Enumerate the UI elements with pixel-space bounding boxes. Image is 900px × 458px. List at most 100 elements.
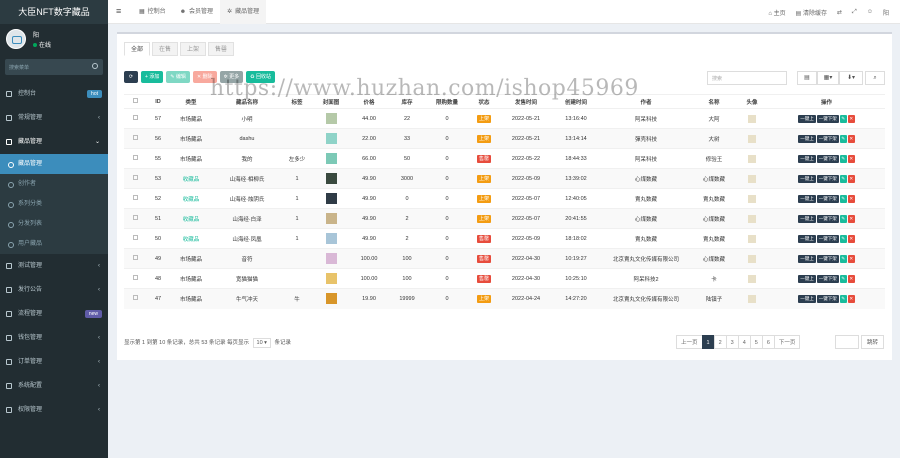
next-page-button[interactable]: 下一页: [773, 335, 801, 349]
tab-all[interactable]: 全部: [124, 42, 151, 56]
list-on-button[interactable]: 一键上: [798, 294, 816, 303]
list-on-button[interactable]: 一键上: [798, 194, 816, 203]
list-off-button[interactable]: 一键下架: [816, 294, 839, 303]
delete-row-icon[interactable]: ✕: [847, 134, 855, 143]
sidebar-item-announcement[interactable]: 发行公告 ‹: [0, 278, 108, 302]
cover-thumbnail[interactable]: [325, 133, 337, 144]
fullscreen-icon[interactable]: ⤢: [847, 9, 862, 16]
edit-row-icon[interactable]: ✎: [839, 154, 847, 163]
row-checkbox[interactable]: [132, 215, 138, 220]
list-on-button[interactable]: 一键上: [798, 214, 816, 223]
list-off-button[interactable]: 一键下架: [816, 154, 839, 163]
edit-row-icon[interactable]: ✎: [839, 274, 847, 283]
edit-row-icon[interactable]: ✎: [839, 254, 847, 263]
tab-listed[interactable]: 上架: [180, 42, 207, 56]
cover-thumbnail[interactable]: [325, 273, 337, 284]
sidebar-item-flow[interactable]: 流程管理 new: [0, 302, 108, 326]
edit-row-icon[interactable]: ✎: [839, 214, 847, 223]
delete-row-icon[interactable]: ✕: [847, 214, 855, 223]
columns-icon[interactable]: ▦▾: [817, 71, 839, 85]
export-icon[interactable]: ⬇▾: [839, 71, 863, 85]
select-all-checkbox-header[interactable]: [124, 94, 146, 109]
sidebar-item-collection[interactable]: 藏品管理 ⌄: [0, 130, 108, 154]
cover-thumbnail[interactable]: [325, 193, 337, 204]
clear-cache-link[interactable]: ▤ 清除缓存: [791, 8, 832, 17]
submenu-item-series[interactable]: 系列分类: [0, 194, 108, 214]
sidebar-item-wallet[interactable]: 钱包管理 ‹: [0, 326, 108, 350]
delete-row-icon[interactable]: ✕: [847, 114, 855, 123]
prev-page-button[interactable]: 上一页: [676, 335, 703, 349]
page-jump-button[interactable]: 跳转: [861, 335, 885, 349]
sidebar-item-permission[interactable]: 权限管理 ‹: [0, 398, 108, 422]
search-icon[interactable]: [92, 63, 98, 69]
cover-thumbnail[interactable]: [325, 173, 337, 184]
row-select-cell[interactable]: [124, 128, 146, 149]
row-checkbox[interactable]: [132, 275, 138, 280]
list-on-button[interactable]: 一键上: [798, 174, 816, 183]
sidebar-item-test[interactable]: 测试管理 ‹: [0, 254, 108, 278]
cover-thumbnail[interactable]: [325, 253, 337, 264]
page-jump-input[interactable]: [835, 335, 859, 349]
list-on-button[interactable]: 一键上: [798, 234, 816, 243]
top-tab-collection[interactable]: ✲ 藏品管理: [220, 0, 267, 24]
delete-row-icon[interactable]: ✕: [847, 174, 855, 183]
sidebar-item-dashboard[interactable]: 控制台 hot: [0, 82, 108, 106]
list-off-button[interactable]: 一键下架: [816, 214, 839, 223]
sidebar-search-input[interactable]: 搜索菜单: [5, 59, 103, 75]
refresh-button[interactable]: ⟳: [124, 71, 138, 83]
row-checkbox[interactable]: [132, 155, 138, 160]
search-toggle-icon[interactable]: ⌕: [865, 71, 885, 85]
row-select-cell[interactable]: [124, 288, 146, 309]
top-tab-dashboard[interactable]: ▦ 控制台: [132, 0, 173, 24]
toggle-view-icon[interactable]: ▤: [797, 71, 817, 85]
row-select-cell[interactable]: [124, 268, 146, 289]
row-checkbox[interactable]: [132, 295, 138, 301]
tab-on-sale[interactable]: 在售: [152, 42, 179, 56]
app-title[interactable]: 大臣NFT数字藏品: [0, 0, 108, 24]
menu-toggle-icon[interactable]: ≡: [116, 7, 121, 16]
edit-row-icon[interactable]: ✎: [839, 174, 847, 183]
submenu-item-collection[interactable]: 藏品管理: [0, 154, 108, 174]
add-button[interactable]: + 添加: [141, 71, 164, 83]
row-select-cell[interactable]: [124, 228, 146, 249]
tab-sold-out[interactable]: 售罄: [208, 42, 235, 56]
translate-icon[interactable]: ⇄: [832, 9, 847, 16]
edit-row-icon[interactable]: ✎: [839, 114, 847, 123]
row-checkbox[interactable]: [132, 195, 138, 200]
sidebar-item-orders[interactable]: 订单管理 ‹: [0, 350, 108, 374]
list-off-button[interactable]: 一键下架: [816, 114, 839, 123]
list-on-button[interactable]: 一键上: [798, 274, 816, 283]
cover-thumbnail[interactable]: [325, 153, 337, 164]
home-link[interactable]: ⌂ 主页: [763, 8, 790, 17]
delete-row-icon[interactable]: ✕: [847, 274, 855, 283]
list-on-button[interactable]: 一键上: [798, 254, 816, 263]
list-off-button[interactable]: 一键下架: [816, 274, 839, 283]
cover-thumbnail[interactable]: [325, 293, 337, 305]
edit-row-icon[interactable]: ✎: [839, 294, 847, 303]
edit-row-icon[interactable]: ✎: [839, 134, 847, 143]
delete-row-icon[interactable]: ✕: [847, 254, 855, 263]
edit-row-icon[interactable]: ✎: [839, 194, 847, 203]
row-checkbox[interactable]: [132, 255, 138, 260]
sidebar-item-config[interactable]: 系统配置 ‹: [0, 374, 108, 398]
row-select-cell[interactable]: [124, 168, 146, 189]
row-checkbox[interactable]: [132, 135, 138, 140]
sidebar-item-general[interactable]: 常规管理 ‹: [0, 106, 108, 130]
avatar-icon[interactable]: ☺: [862, 9, 878, 15]
delete-row-icon[interactable]: ✕: [847, 234, 855, 243]
list-off-button[interactable]: 一键下架: [816, 234, 839, 243]
per-page-select[interactable]: 10 ▾: [252, 338, 271, 348]
select-all-checkbox[interactable]: [132, 98, 138, 103]
list-off-button[interactable]: 一键下架: [816, 174, 839, 183]
list-on-button[interactable]: 一键上: [798, 114, 816, 123]
list-off-button[interactable]: 一键下架: [816, 194, 839, 203]
topbar-user-name[interactable]: 阳: [878, 8, 894, 17]
list-off-button[interactable]: 一键下架: [816, 134, 839, 143]
submenu-item-creator[interactable]: 创作者: [0, 174, 108, 194]
list-off-button[interactable]: 一键下架: [816, 254, 839, 263]
delete-row-icon[interactable]: ✕: [847, 294, 855, 303]
cover-thumbnail[interactable]: [325, 233, 337, 244]
delete-row-icon[interactable]: ✕: [847, 194, 855, 203]
row-select-cell[interactable]: [124, 108, 146, 129]
row-checkbox[interactable]: [132, 175, 138, 180]
